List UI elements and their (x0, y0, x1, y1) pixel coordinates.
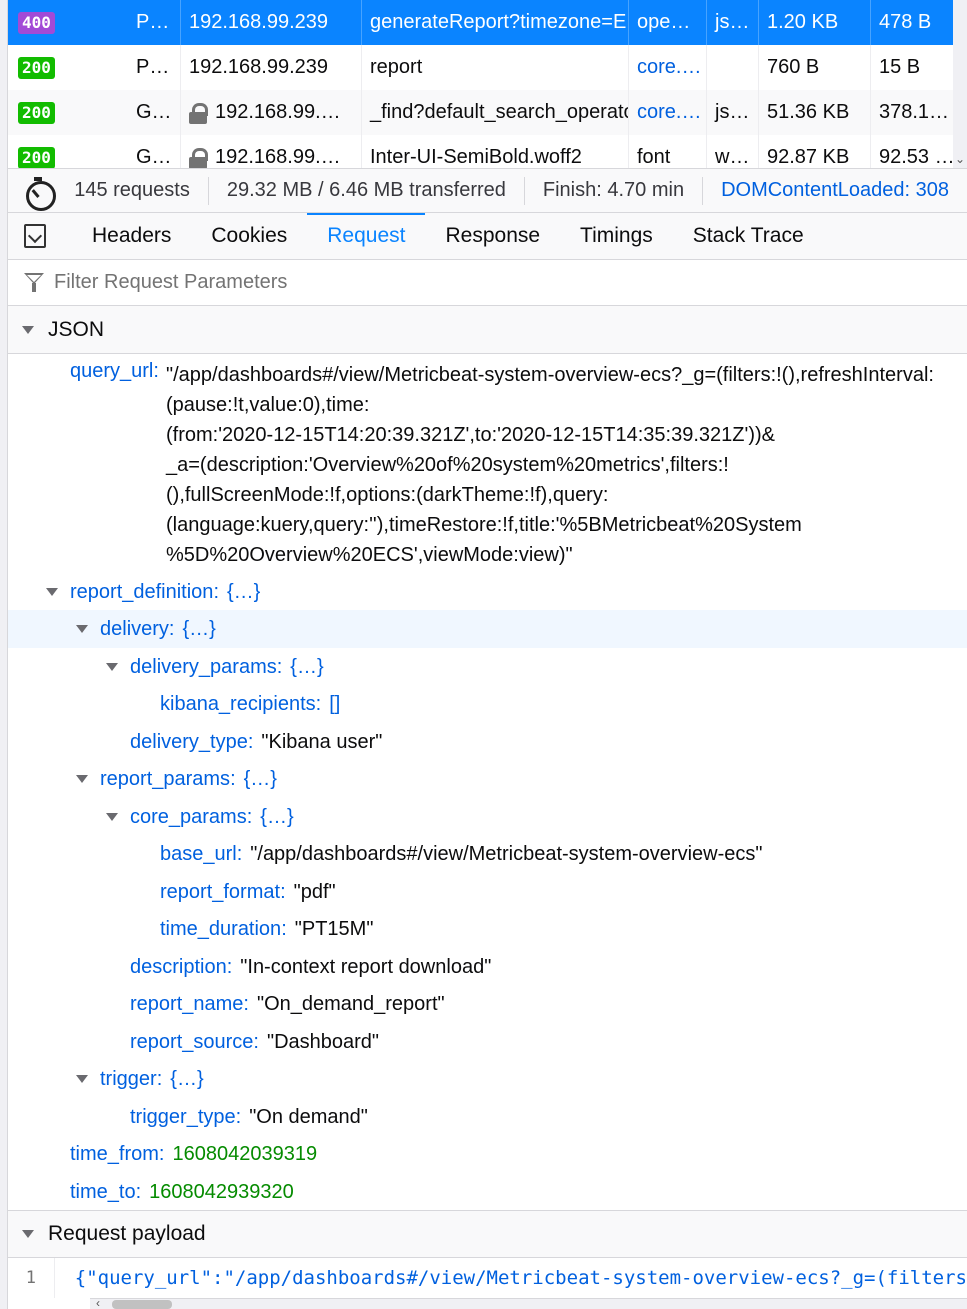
tab-request[interactable]: Request (307, 212, 426, 260)
table-row[interactable]: 200 G… 192.168.99.… Inter-UI-SemiBold.wo… (8, 135, 967, 168)
payload-editor[interactable]: 1 {"query_url":"/app/dashboards#/view/Me… (8, 1258, 967, 1298)
table-row[interactable]: 400 P… 192.168.99.239 generateReport?tim… (8, 0, 967, 45)
description-entry[interactable]: description: "In-context report download" (8, 948, 967, 986)
finish-time: Finish: 4.70 min (525, 176, 704, 205)
delivery-params-node[interactable]: delivery_params: {…} (8, 648, 967, 686)
report-definition-node[interactable]: report_definition: {…} (8, 573, 967, 611)
request-list-scrollbar[interactable]: ⌄ (953, 0, 967, 168)
initiator-cell: core.… (629, 90, 707, 135)
size-cell: 15 B (879, 56, 921, 78)
payload-section-header[interactable]: Request payload (8, 1210, 967, 1258)
lock-icon (189, 147, 208, 168)
domain-cell: 192.168.99.… (181, 135, 362, 168)
base-url-entry[interactable]: base_url: "/app/dashboards#/view/Metricbe… (8, 835, 967, 873)
table-row[interactable]: 200 P… 192.168.99.239 report core.… 760 … (8, 45, 967, 90)
report-name-entry[interactable]: report_name: "On_demand_report" (8, 985, 967, 1023)
line-number: 1 (25, 1268, 36, 1288)
core-params-node[interactable]: core_params: {…} (8, 798, 967, 836)
type-cell: js… (707, 0, 759, 45)
report-params-node[interactable]: report_params: {…} (8, 760, 967, 798)
file-cell: generateReport?timezone=E (362, 0, 629, 45)
payload-code[interactable]: {"query_url":"/app/dashboards#/view/Metr… (53, 1258, 967, 1298)
lock-icon (189, 102, 208, 124)
domain-cell: 192.168.99.… (181, 90, 362, 135)
trigger-node[interactable]: trigger: {…} (8, 1060, 967, 1098)
expand-toggle-icon[interactable] (22, 1230, 34, 1238)
transferred-cell: 760 B (759, 45, 871, 90)
transferred-summary: 29.32 MB / 6.46 MB transferred (209, 176, 525, 205)
transferred-cell: 51.36 KB (759, 90, 871, 135)
delivery-type-entry[interactable]: delivery_type: "Kibana user" (8, 723, 967, 761)
expand-toggle-icon[interactable] (76, 1075, 88, 1083)
size-cell: 92.53 … (879, 146, 955, 168)
table-row[interactable]: 200 G… 192.168.99.… _find?default_search… (8, 90, 967, 135)
toggle-panel-icon[interactable] (24, 224, 46, 248)
initiator-cell: ope… (629, 0, 707, 45)
time-duration-entry[interactable]: time_duration: "PT15M" (8, 910, 967, 948)
expand-toggle-icon[interactable] (76, 775, 88, 783)
file-cell: report (362, 45, 629, 90)
expand-toggle-icon[interactable] (76, 625, 88, 633)
tab-cookies[interactable]: Cookies (191, 213, 307, 260)
json-key: query_url (70, 360, 154, 382)
transferred-cell: 92.87 KB (759, 135, 871, 168)
initiator-cell: font (629, 135, 707, 168)
method-cell: G… (126, 135, 181, 168)
type-cell: w… (707, 135, 759, 168)
domcontentloaded-time: DOMContentLoaded: 308 (721, 179, 949, 201)
method-cell: G… (126, 90, 181, 135)
stopwatch-icon[interactable] (26, 176, 57, 211)
network-status-bar: 145 requests 29.32 MB / 6.46 MB transfer… (8, 168, 967, 213)
chevron-down-icon[interactable]: ⌄ (955, 152, 965, 166)
filter-input[interactable]: Filter Request Parameters (54, 271, 287, 294)
tab-headers[interactable]: Headers (72, 213, 191, 260)
json-section-header[interactable]: JSON (8, 306, 967, 354)
status-badge: 200 (18, 101, 55, 124)
tab-stack-trace[interactable]: Stack Trace (673, 213, 824, 260)
delivery-node[interactable]: delivery: {…} (8, 610, 967, 648)
method-cell: P… (126, 0, 181, 45)
expand-toggle-icon[interactable] (106, 813, 118, 821)
details-tabbar: Headers Cookies Request Response Timings… (8, 212, 967, 260)
tab-timings[interactable]: Timings (560, 213, 673, 260)
json-string-value: "/app/dashboards#/view/Metricbeat-system… (166, 364, 934, 566)
request-table: 400 P… 192.168.99.239 generateReport?tim… (8, 0, 967, 168)
size-cell: 478 B (879, 11, 932, 33)
expand-toggle-icon[interactable] (46, 588, 58, 596)
expand-toggle-icon[interactable] (22, 325, 34, 334)
domain-cell: 192.168.99.239 (181, 0, 362, 45)
kibana-recipients-entry[interactable]: kibana_recipients:[] (8, 685, 967, 723)
chevron-left-icon[interactable]: ‹ (96, 1296, 100, 1309)
domain-cell: 192.168.99.239 (181, 45, 362, 90)
status-badge: 200 (18, 146, 55, 168)
payload-horizontal-scrollbar[interactable]: ‹ (90, 1296, 967, 1309)
initiator-cell: core.… (629, 45, 707, 90)
method-cell: P… (126, 45, 181, 90)
file-cell: Inter-UI-SemiBold.woff2 (362, 135, 629, 168)
request-count: 145 requests (56, 176, 209, 205)
time-from-entry[interactable]: time_from:1608042039319 (8, 1135, 967, 1173)
filter-icon (24, 272, 44, 293)
trigger-type-entry[interactable]: trigger_type: "On demand" (8, 1098, 967, 1136)
scrollbar-thumb[interactable] (112, 1300, 172, 1309)
left-gutter (0, 0, 8, 1309)
type-cell: js… (707, 90, 759, 135)
filter-bar[interactable]: Filter Request Parameters (8, 260, 967, 306)
status-badge: 400 (18, 11, 55, 34)
report-source-entry[interactable]: report_source: "Dashboard" (8, 1023, 967, 1061)
time-to-entry[interactable]: time_to:1608042939320 (8, 1173, 967, 1211)
transferred-cell: 1.20 KB (759, 0, 871, 45)
type-cell (707, 45, 759, 90)
file-cell: _find?default_search_operato (362, 90, 629, 135)
status-badge: 200 (18, 56, 55, 79)
expand-toggle-icon[interactable] (106, 663, 118, 671)
tab-response[interactable]: Response (425, 213, 560, 260)
query-url-entry[interactable]: query_url: "/app/dashboards#/view/Metric… (70, 360, 965, 566)
size-cell: 378.1… (879, 101, 950, 123)
report-format-entry[interactable]: report_format: "pdf" (8, 873, 967, 911)
